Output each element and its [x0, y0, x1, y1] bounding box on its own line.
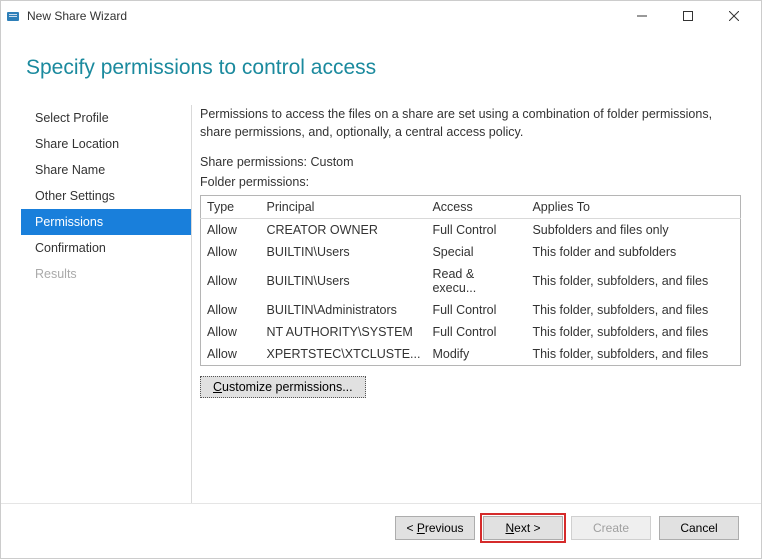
cancel-button[interactable]: Cancel [659, 516, 739, 540]
cell-access: Modify [426, 343, 526, 366]
cell-applies: This folder and subfolders [526, 241, 740, 263]
create-button: Create [571, 516, 651, 540]
app-icon [5, 8, 21, 24]
maximize-button[interactable] [665, 1, 711, 31]
table-row[interactable]: AllowBUILTIN\AdministratorsFull ControlT… [201, 299, 741, 321]
cell-type: Allow [201, 263, 261, 299]
table-header-row[interactable]: Type Principal Access Applies To [201, 196, 741, 219]
cell-access: Read & execu... [426, 263, 526, 299]
main: Select Profile Share Location Share Name… [11, 105, 751, 503]
cell-principal: XPERTSTEC\XTCLUSTE... [261, 343, 427, 366]
divider [191, 105, 192, 503]
cell-type: Allow [201, 343, 261, 366]
table-row[interactable]: AllowBUILTIN\UsersRead & execu...This fo… [201, 263, 741, 299]
window-title: New Share Wizard [27, 9, 619, 23]
col-type[interactable]: Type [201, 196, 261, 219]
cell-principal: CREATOR OWNER [261, 219, 427, 242]
permissions-table: Type Principal Access Applies To AllowCR… [200, 195, 741, 366]
sidebar-item-select-profile[interactable]: Select Profile [21, 105, 191, 131]
cell-access: Full Control [426, 299, 526, 321]
cell-type: Allow [201, 321, 261, 343]
cell-principal: BUILTIN\Administrators [261, 299, 427, 321]
previous-button[interactable]: < Previous [395, 516, 475, 540]
sidebar-item-permissions[interactable]: Permissions [21, 209, 191, 235]
sidebar-item-share-name[interactable]: Share Name [21, 157, 191, 183]
cell-principal: NT AUTHORITY\SYSTEM [261, 321, 427, 343]
minimize-button[interactable] [619, 1, 665, 31]
table-row[interactable]: AllowNT AUTHORITY\SYSTEMFull ControlThis… [201, 321, 741, 343]
content: Specify permissions to control access Se… [1, 31, 761, 503]
sidebar: Select Profile Share Location Share Name… [21, 105, 191, 503]
cell-type: Allow [201, 241, 261, 263]
cell-access: Full Control [426, 321, 526, 343]
cell-principal: BUILTIN\Users [261, 263, 427, 299]
close-button[interactable] [711, 1, 757, 31]
table-row[interactable]: AllowCREATOR OWNERFull ControlSubfolders… [201, 219, 741, 242]
sidebar-item-confirmation[interactable]: Confirmation [21, 235, 191, 261]
cell-principal: BUILTIN\Users [261, 241, 427, 263]
table-row[interactable]: AllowXPERTSTEC\XTCLUSTE...ModifyThis fol… [201, 343, 741, 366]
share-permissions-row: Share permissions: Custom [200, 155, 741, 169]
col-applies[interactable]: Applies To [526, 196, 740, 219]
next-button[interactable]: Next > [483, 516, 563, 540]
customize-permissions-button[interactable]: Customize permissions... [200, 376, 366, 398]
cell-type: Allow [201, 299, 261, 321]
cell-type: Allow [201, 219, 261, 242]
cell-applies: Subfolders and files only [526, 219, 740, 242]
footer: < Previous Next > Create Cancel [1, 503, 761, 558]
col-principal[interactable]: Principal [261, 196, 427, 219]
share-permissions-label: Share permissions: [200, 155, 310, 169]
cell-applies: This folder, subfolders, and files [526, 343, 740, 366]
page-heading: Specify permissions to control access [11, 31, 751, 105]
intro-text: Permissions to access the files on a sha… [200, 105, 741, 141]
panel: Permissions to access the files on a sha… [200, 105, 741, 503]
table-row[interactable]: AllowBUILTIN\UsersSpecialThis folder and… [201, 241, 741, 263]
share-permissions-value: Custom [310, 155, 353, 169]
sidebar-item-share-location[interactable]: Share Location [21, 131, 191, 157]
cell-applies: This folder, subfolders, and files [526, 263, 740, 299]
cell-access: Special [426, 241, 526, 263]
col-access[interactable]: Access [426, 196, 526, 219]
sidebar-item-results: Results [21, 261, 191, 287]
folder-permissions-label: Folder permissions: [200, 175, 741, 189]
titlebar: New Share Wizard [1, 1, 761, 31]
cell-applies: This folder, subfolders, and files [526, 321, 740, 343]
sidebar-item-other-settings[interactable]: Other Settings [21, 183, 191, 209]
cell-access: Full Control [426, 219, 526, 242]
cell-applies: This folder, subfolders, and files [526, 299, 740, 321]
